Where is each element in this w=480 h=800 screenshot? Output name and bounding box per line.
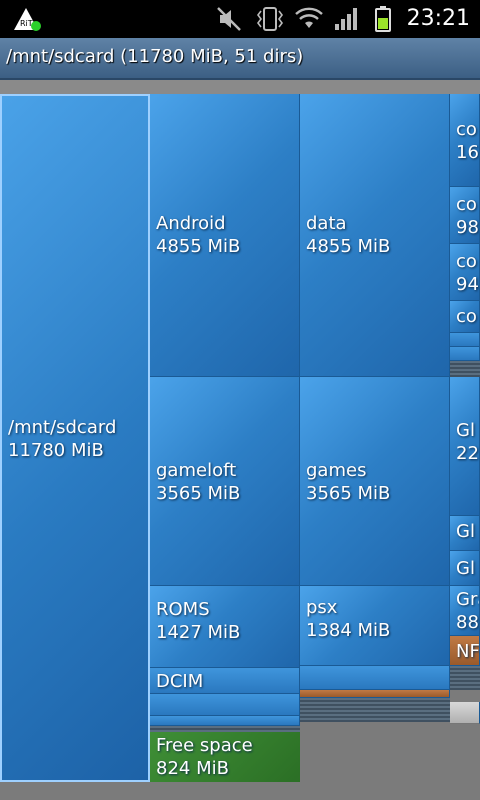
battery-icon bbox=[375, 6, 391, 32]
cell-name: co bbox=[456, 119, 477, 140]
treemap-cell-col4[interactable]: Gl 22 bbox=[450, 377, 480, 516]
treemap-cell-dcim[interactable]: DCIM bbox=[150, 668, 300, 694]
treemap-tiny-cells bbox=[300, 698, 450, 722]
vibrate-icon bbox=[257, 7, 283, 31]
treemap-cell-col4[interactable]: NF bbox=[450, 636, 480, 666]
svg-text:RiT: RiT bbox=[20, 19, 33, 28]
cell-size: 22 bbox=[456, 443, 479, 464]
cell-size: 88 bbox=[456, 612, 479, 633]
cell-name: Android bbox=[156, 213, 226, 234]
cell-size: 1427 MiB bbox=[156, 622, 241, 643]
signal-icon bbox=[335, 8, 357, 30]
cell-size: 98 bbox=[456, 217, 479, 238]
cell-name: Gl bbox=[456, 521, 475, 542]
treemap-cell-roms[interactable]: ROMS 1427 MiB bbox=[150, 586, 300, 668]
treemap-cell-free-space[interactable]: Free space 824 MiB bbox=[150, 732, 300, 782]
cell-name: NF bbox=[456, 641, 480, 662]
treemap-cell-small[interactable] bbox=[150, 694, 300, 716]
cell-name: co bbox=[456, 251, 477, 272]
treemap-cell-psx[interactable]: psx 1384 MiB bbox=[300, 586, 450, 666]
title-bar: /mnt/sdcard (11780 MiB, 51 dirs) bbox=[0, 38, 480, 80]
cell-size: 11780 MiB bbox=[8, 440, 104, 461]
cell-name: Gl bbox=[456, 558, 475, 579]
treemap-cell-small[interactable] bbox=[150, 716, 300, 726]
cell-size: 824 MiB bbox=[156, 758, 229, 779]
cell-name: /mnt/sdcard bbox=[8, 417, 117, 438]
wifi-icon bbox=[295, 7, 323, 28]
cell-name: games bbox=[306, 460, 367, 481]
treemap-cell-data[interactable]: data 4855 MiB bbox=[300, 94, 450, 377]
treemap-cell-col4[interactable]: co bbox=[450, 301, 480, 333]
page-title: /mnt/sdcard (11780 MiB, 51 dirs) bbox=[6, 46, 304, 67]
treemap-cell-small[interactable] bbox=[300, 690, 450, 698]
cell-size: 4855 MiB bbox=[156, 236, 241, 257]
treemap-tiny-cells bbox=[450, 361, 480, 377]
cell-size: 3565 MiB bbox=[306, 483, 391, 504]
cell-size: 16 bbox=[456, 142, 479, 163]
cell-name: Gl bbox=[456, 420, 475, 441]
cell-name: data bbox=[306, 213, 347, 234]
cell-name: ROMS bbox=[156, 599, 210, 620]
cell-size: 94 bbox=[456, 274, 479, 295]
treemap-cell-col4[interactable]: co 16 bbox=[450, 94, 480, 187]
treemap-cell-small[interactable] bbox=[450, 333, 480, 347]
cell-name: Free space bbox=[156, 735, 253, 756]
cell-name: co bbox=[456, 306, 477, 327]
treemap[interactable]: /mnt/sdcard 11780 MiB Android 4855 MiB d… bbox=[0, 94, 480, 800]
treemap-cell-small[interactable] bbox=[450, 347, 480, 361]
treemap-tiny-cells bbox=[450, 666, 480, 690]
treemap-cell-small[interactable] bbox=[450, 702, 480, 724]
treemap-cell-col4[interactable]: co 94 bbox=[450, 244, 480, 301]
treemap-cell-android[interactable]: Android 4855 MiB bbox=[150, 94, 300, 377]
cell-size: 3565 MiB bbox=[156, 483, 241, 504]
cell-name: gameloft bbox=[156, 460, 237, 481]
cell-size: 1384 MiB bbox=[306, 620, 391, 641]
clock: 23:21 bbox=[406, 6, 470, 31]
treemap-cell-games[interactable]: games 3565 MiB bbox=[300, 377, 450, 586]
status-bar: RiT 23:21 bbox=[0, 0, 480, 38]
divider bbox=[0, 80, 480, 94]
cell-name: DCIM bbox=[156, 671, 204, 692]
treemap-cell-col4[interactable]: co 98 bbox=[450, 187, 480, 244]
treemap-cell-col4[interactable]: Gra 88 bbox=[450, 586, 480, 636]
treemap-cell-small[interactable] bbox=[300, 666, 450, 690]
treemap-cell-root[interactable]: /mnt/sdcard 11780 MiB bbox=[0, 94, 150, 782]
treemap-cell-gameloft[interactable]: gameloft 3565 MiB bbox=[150, 377, 300, 586]
cell-name: psx bbox=[306, 597, 338, 618]
cell-name: co bbox=[456, 194, 477, 215]
cell-size: 4855 MiB bbox=[306, 236, 391, 257]
mute-icon bbox=[217, 7, 241, 31]
app-icon: RiT bbox=[14, 8, 41, 31]
cell-name: Gra bbox=[456, 589, 479, 610]
treemap-cell-col4[interactable]: Gl bbox=[450, 551, 480, 586]
treemap-cell-col4[interactable]: Gl bbox=[450, 516, 480, 551]
